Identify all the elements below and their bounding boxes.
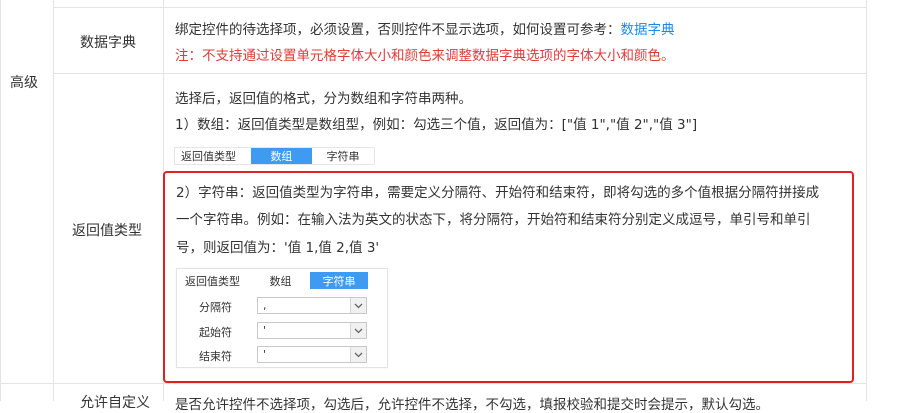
start-select[interactable]: ' [257,322,367,339]
end-label: 结束符 [199,350,232,363]
widget2-type-bar: 返回值类型 数组 字符串 [179,272,369,289]
separator-label: 分隔符 [199,301,232,314]
chevron-down-icon[interactable] [350,323,366,338]
data-dict-note: 注：不支持通过设置单元格字体大小和颜色来调整数据字典选项的字体大小和颜色。 [175,48,675,64]
widget2-option-array[interactable]: 数组 [251,272,310,289]
return-type-string-desc-3: 号，则返回值为：'值 1,值 2,值 3' [176,240,380,256]
next-row-desc: 是否允许控件不选择项，勾选后，允许控件不选择，不勾选，填报校验和提交时会提示，默… [175,397,769,413]
separator-value: , [263,299,267,312]
chevron-down-icon[interactable] [350,347,366,362]
table-divider-section [53,0,54,401]
separator-select[interactable]: , [257,297,367,314]
return-type-array-desc: 1）数组：返回值类型是数组型，例如：勾选三个值，返回值为：["值 1","值 2… [175,117,698,133]
widget1-option-array[interactable]: 数组 [250,148,312,164]
row-divider-top [53,7,867,8]
start-value: ' [263,324,267,337]
widget1-label: 返回值类型 [181,150,236,163]
section-label: 高级 [10,75,38,91]
return-type-widget-string: 返回值类型 数组 字符串 分隔符 , 起始符 ' 结束符 ' [176,268,388,368]
data-dict-link[interactable]: 数据字典 [621,22,675,38]
row-divider-1 [53,73,867,74]
return-type-widget-array: 返回值类型 数组 字符串 [174,147,375,165]
end-select[interactable]: ' [257,346,367,363]
start-label: 起始符 [199,326,232,339]
widget2-option-string[interactable]: 字符串 [310,272,368,289]
row-label-next: 允许自定义 [80,395,150,411]
data-dict-desc: 绑定控件的待选择项，必须设置，否则控件不显示选项，如何设置可参考：数据字典 [175,18,675,38]
row-label-return-type: 返回值类型 [72,223,142,239]
row-divider-2 [0,383,867,384]
chevron-down-icon[interactable] [350,298,366,313]
data-dict-desc-text: 绑定控件的待选择项，必须设置，否则控件不显示选项，如何设置可参考： [175,22,621,38]
return-type-string-desc-2: 一个字符串。例如：在输入法为英文的状态下，将分隔符，开始符和结束符分别定义成逗号… [176,212,811,228]
widget2-label: 返回值类型 [185,274,240,288]
return-type-string-desc-1: 2）字符串：返回值类型为字符串，需要定义分隔符、开始符和结束符，即将勾选的多个值… [176,185,820,201]
widget1-option-string[interactable]: 字符串 [312,148,374,164]
return-type-intro: 选择后，返回值的格式，分为数组和字符串两种。 [175,91,472,107]
table-border-right [866,0,867,401]
end-value: ' [263,348,267,361]
table-border-left [0,0,1,401]
row-label-data-dict: 数据字典 [80,35,136,51]
